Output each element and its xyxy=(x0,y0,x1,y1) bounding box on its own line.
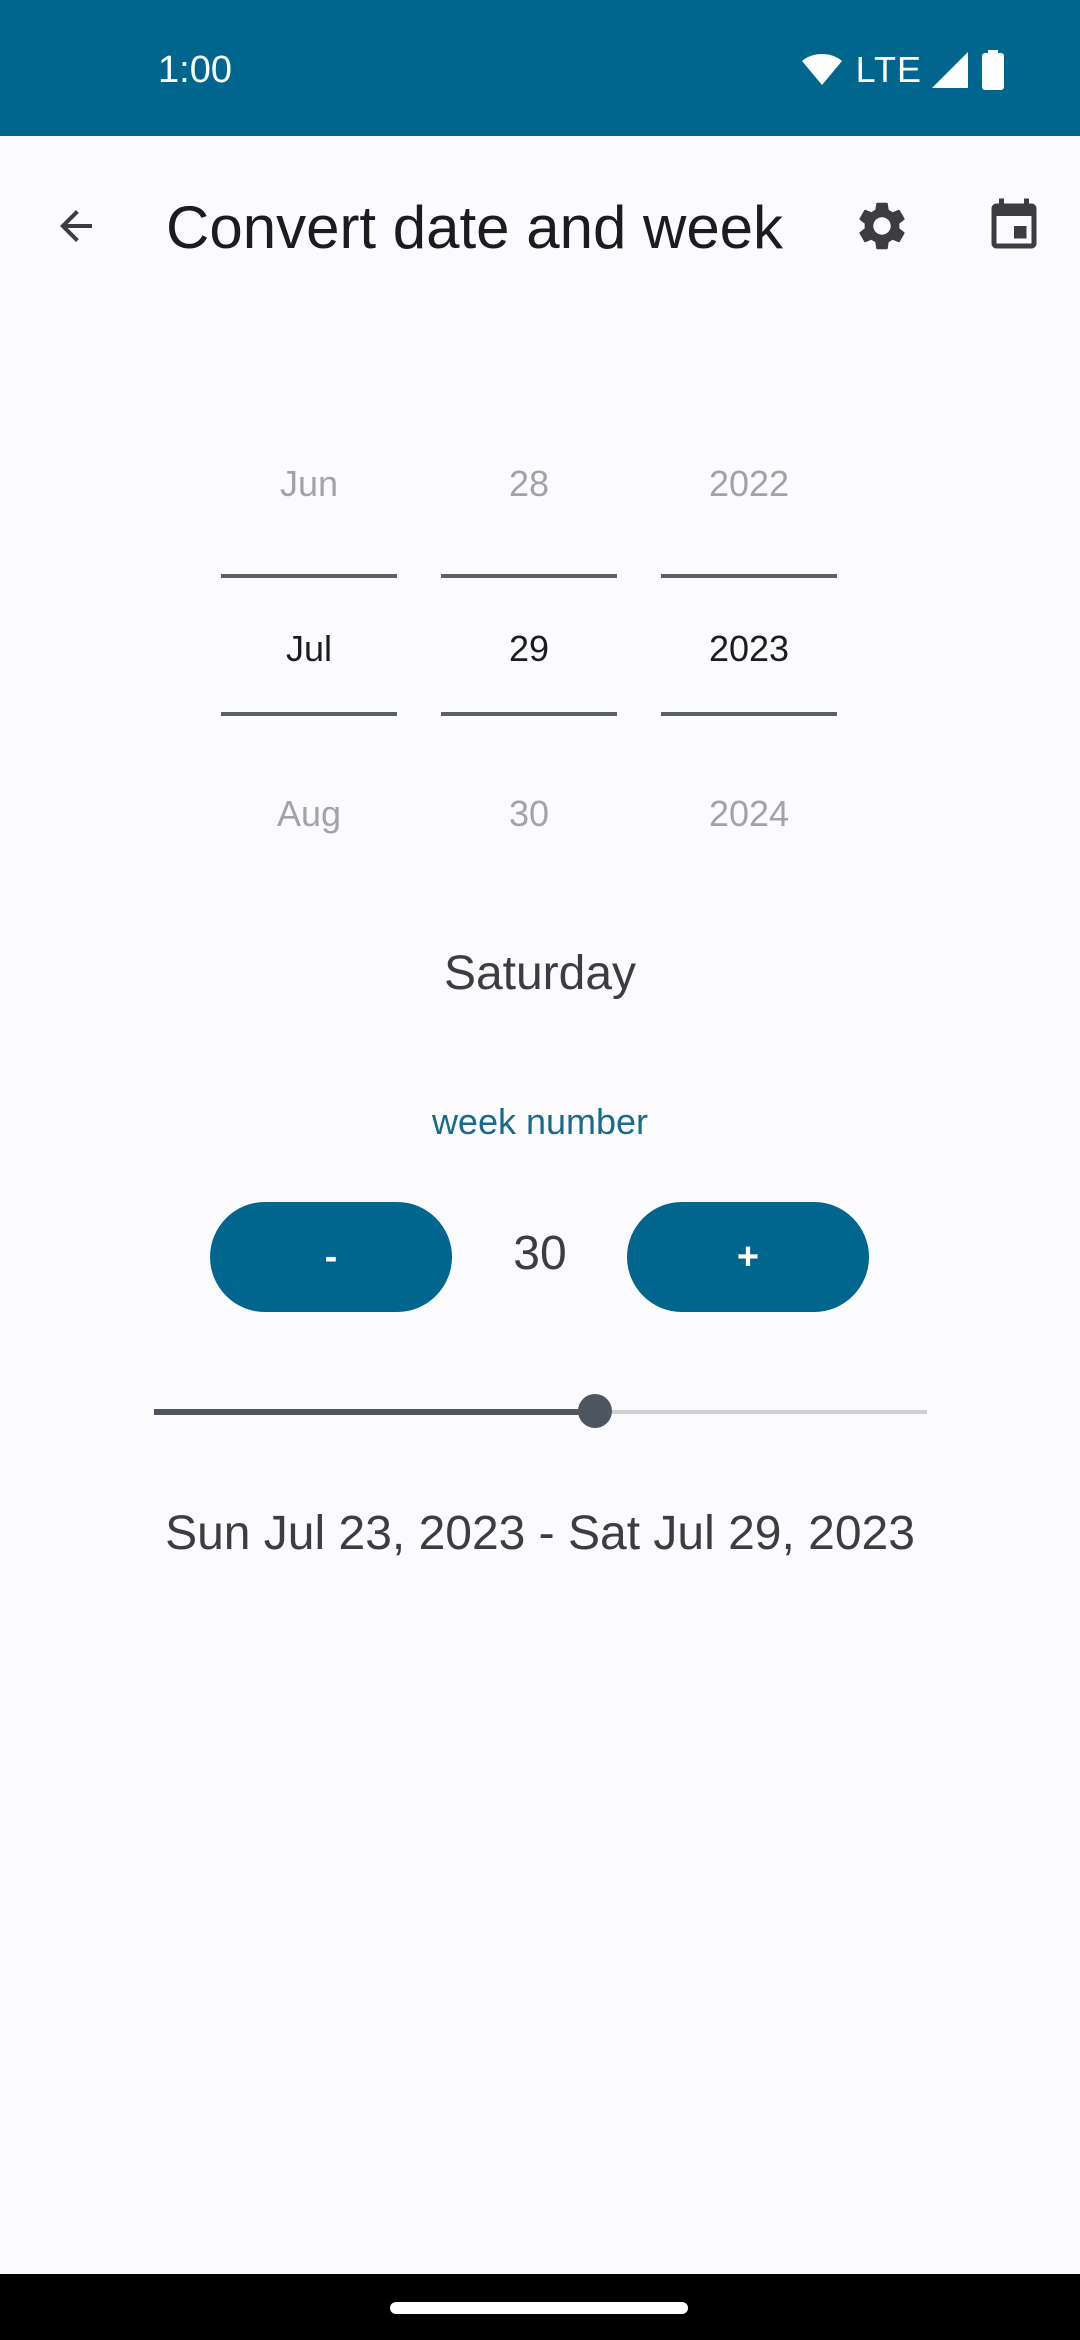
slider-active-track xyxy=(154,1409,595,1415)
year-next[interactable]: 2024 xyxy=(661,790,837,838)
year-current[interactable]: 2023 xyxy=(661,625,837,673)
day-prev[interactable]: 28 xyxy=(441,460,617,508)
week-date-range: Sun Jul 23, 2023 - Sat Jul 29, 2023 xyxy=(165,1507,915,1560)
week-number-label: week number xyxy=(431,1101,649,1142)
network-type: LTE xyxy=(855,49,922,90)
day-picker[interactable]: 28 29 30 xyxy=(441,430,617,850)
increment-week-button[interactable]: + xyxy=(627,1202,869,1312)
day-next[interactable]: 30 xyxy=(441,790,617,838)
month-picker[interactable]: Jun Jul Aug xyxy=(221,430,397,850)
back-button[interactable] xyxy=(36,188,116,268)
calendar-icon xyxy=(984,196,1044,261)
picker-divider xyxy=(661,712,837,716)
month-next[interactable]: Aug xyxy=(221,790,397,838)
wifi-icon xyxy=(801,54,842,86)
status-icons: LTE xyxy=(801,48,1004,92)
month-prev[interactable]: Jun xyxy=(221,460,397,508)
picker-divider xyxy=(661,574,837,578)
signal-icon xyxy=(932,52,968,88)
calendar-button[interactable] xyxy=(974,188,1054,268)
month-current[interactable]: Jul xyxy=(221,625,397,673)
picker-divider xyxy=(221,574,397,578)
app-bar: Convert date and week xyxy=(0,136,1080,312)
status-time: 1:00 xyxy=(158,49,232,91)
picker-divider xyxy=(441,574,617,578)
week-slider[interactable] xyxy=(154,1392,927,1432)
weekday-label: Saturday xyxy=(443,947,637,1000)
settings-button[interactable] xyxy=(842,188,922,268)
settings-gear-icon xyxy=(853,197,911,260)
picker-divider xyxy=(221,712,397,716)
page-title: Convert date and week xyxy=(166,194,784,261)
arrow-back-icon xyxy=(52,202,100,255)
battery-icon xyxy=(982,50,1004,90)
year-picker[interactable]: 2022 2023 2024 xyxy=(661,430,837,850)
day-current[interactable]: 29 xyxy=(441,625,617,673)
picker-divider xyxy=(441,712,617,716)
week-number-value: 30 xyxy=(513,1227,567,1280)
status-bar: 1:00 LTE xyxy=(0,0,1080,136)
slider-thumb[interactable] xyxy=(578,1394,612,1428)
home-handle[interactable] xyxy=(390,2302,688,2314)
decrement-week-button[interactable]: - xyxy=(210,1202,452,1312)
year-prev[interactable]: 2022 xyxy=(661,460,837,508)
